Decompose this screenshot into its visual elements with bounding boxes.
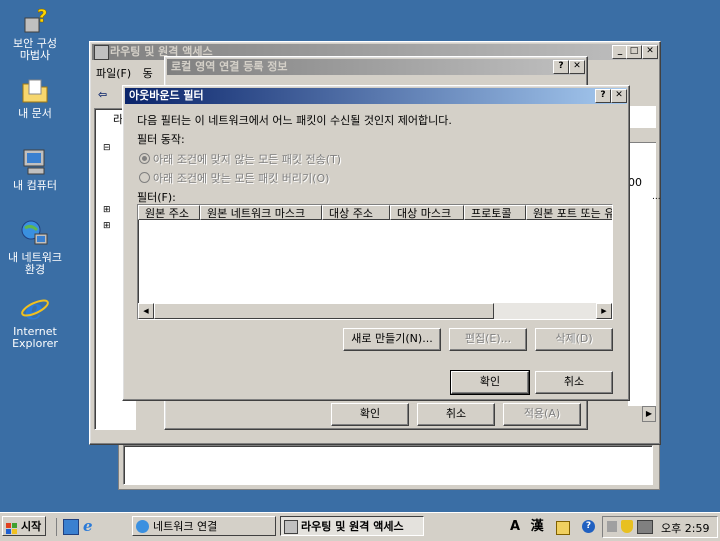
menu-file[interactable]: 파일(F) [96,67,131,80]
column-header[interactable]: 대상 마스크 [390,205,464,220]
desktop-icon-label: 보안 구성 마법사 [13,37,57,62]
clock: 오후 2:59 [661,522,710,535]
task-label: 라우팅 및 원격 액세스 [301,520,404,533]
help-button[interactable]: ? [595,89,611,103]
language-bar: A 漢 [510,517,570,537]
desktop-icon-network[interactable]: 내 네트워크 환경 [0,218,70,276]
start-button[interactable]: 시작 [2,516,46,536]
description-text: 다음 필터는 이 네트워크에서 어느 패킷이 수신될 것인지 제어합니다. [137,114,452,127]
folder-icon [19,74,51,106]
computer-icon [19,146,51,178]
apply-button[interactable]: 적용(A) [503,403,581,426]
rras-list-pane: 00 ... ▶ [628,106,661,422]
desktop-icon-label: 내 문서 [18,107,52,120]
cancel-button[interactable]: 취소 [417,403,495,426]
rras-task-icon [284,520,298,534]
scroll-right-button[interactable]: ▶ [642,406,656,422]
radio-drop-label: 아래 조건에 맞는 모든 패킷 버리기(O) [153,172,330,185]
filters-label: 필터(F): [137,191,176,204]
network-icon [19,218,51,250]
outbound-filter-dialog[interactable]: 아웃바운드 필터 ? ✕ 다음 필터는 이 네트워크에서 어느 패킷이 수신될 … [122,85,630,401]
scroll-right-button[interactable]: ▶ [596,303,612,319]
local-area-title-bar[interactable]: 로컬 영역 연결 등록 정보 [167,59,585,75]
svg-text:?: ? [37,6,47,27]
outbound-title-bar[interactable]: 아웃바운드 필터 [125,88,627,104]
cancel-button[interactable]: 취소 [535,371,613,394]
ime-alpha-icon[interactable]: A [510,519,520,534]
task-label: 네트워크 연결 [153,520,218,533]
rras-menu-bar: 파일(F) 동 [96,66,153,82]
close-button[interactable]: ✕ [642,45,658,59]
delete-filter-button[interactable]: 삭제(D) [535,328,613,351]
column-header[interactable]: 원본 주소 [138,205,200,220]
list-header [628,128,656,143]
help-icon[interactable]: ? [582,520,595,533]
local-area-title: 로컬 영역 연결 등록 정보 [171,60,288,73]
horizontal-scrollbar[interactable]: ◀ ▶ [138,303,612,319]
tree-expand-icon[interactable]: ⊞ [103,221,111,231]
scroll-left-button[interactable]: ◀ [138,303,154,319]
quick-launch: e [56,517,93,536]
filter-action-label: 필터 동작: [137,133,185,146]
column-header[interactable]: 원본 포트 또는 유 [526,205,612,220]
show-desktop-icon[interactable] [63,519,79,535]
list-cell: 00 [628,176,642,189]
desktop-icon-security-wizard[interactable]: ? 보안 구성 마법사 [0,4,70,62]
taskbar: 시작 e 네트워크 연결 라우팅 및 원격 액세스 A 漢 ? 오후 2:59 [0,512,720,541]
column-header[interactable]: 프로토콜 [464,205,526,220]
task-network-connections[interactable]: 네트워크 연결 [132,516,276,536]
network-tray-icon[interactable] [637,520,653,534]
desktop-icon-label: 내 네트워크 환경 [7,251,63,276]
windows-logo-icon [6,521,18,534]
security-wizard-icon: ? [19,4,51,36]
start-label: 시작 [21,520,42,533]
background-content-area [123,445,653,485]
help-button[interactable]: ? [553,60,569,74]
desktop-icon-internet-explorer[interactable]: e Internet Explorer [0,292,70,350]
ime-tools-icon[interactable] [556,521,570,535]
radio-drop[interactable] [139,172,150,183]
ie-quicklaunch-icon[interactable]: e [83,517,93,535]
ok-button[interactable]: 확인 [450,370,530,395]
tree-collapse-icon[interactable]: ⊟ [103,143,111,153]
ok-button[interactable]: 확인 [331,403,409,426]
maximize-button[interactable]: □ [626,45,642,59]
tree-expand-icon[interactable]: ⊞ [103,205,111,215]
rras-app-icon [94,45,109,60]
column-header[interactable]: 원본 네트워크 마스크 [200,205,322,220]
menu-action[interactable]: 동 [143,67,153,80]
outbound-title: 아웃바운드 필터 [129,89,204,102]
task-rras[interactable]: 라우팅 및 원격 액세스 [280,516,424,536]
new-filter-button[interactable]: 새로 만들기(N)... [343,328,441,351]
desktop-icon-my-documents[interactable]: 내 문서 [0,74,70,120]
scroll-thumb[interactable] [154,303,494,319]
back-arrow-icon[interactable]: ⇦ [98,88,107,101]
edit-filter-button[interactable]: 편집(E)... [449,328,527,351]
close-button[interactable]: ✕ [611,89,627,103]
filters-list[interactable]: 원본 주소 원본 네트워크 마스크 대상 주소 대상 마스크 프로토콜 원본 포… [137,204,613,320]
desktop-icon-label: 내 컴퓨터 [13,179,57,192]
ie-icon: e [19,292,51,326]
system-tray: 오후 2:59 [602,516,718,538]
ime-hanja-icon[interactable]: 漢 [531,519,544,534]
desktop-icon-my-computer[interactable]: 내 컴퓨터 [0,146,70,192]
security-shield-icon[interactable] [621,520,633,533]
list-cell: ... [652,192,661,202]
radio-transmit[interactable] [139,153,150,164]
desktop-icon-label: Internet Explorer [12,325,58,350]
volume-tray-icon[interactable] [607,521,617,532]
network-connections-icon [136,520,149,533]
svg-text:e: e [25,293,43,324]
radio-transmit-label: 아래 조건에 맞지 않는 모든 패킷 전송(T) [153,153,342,166]
close-button[interactable]: ✕ [569,60,585,74]
column-header[interactable]: 대상 주소 [322,205,390,220]
